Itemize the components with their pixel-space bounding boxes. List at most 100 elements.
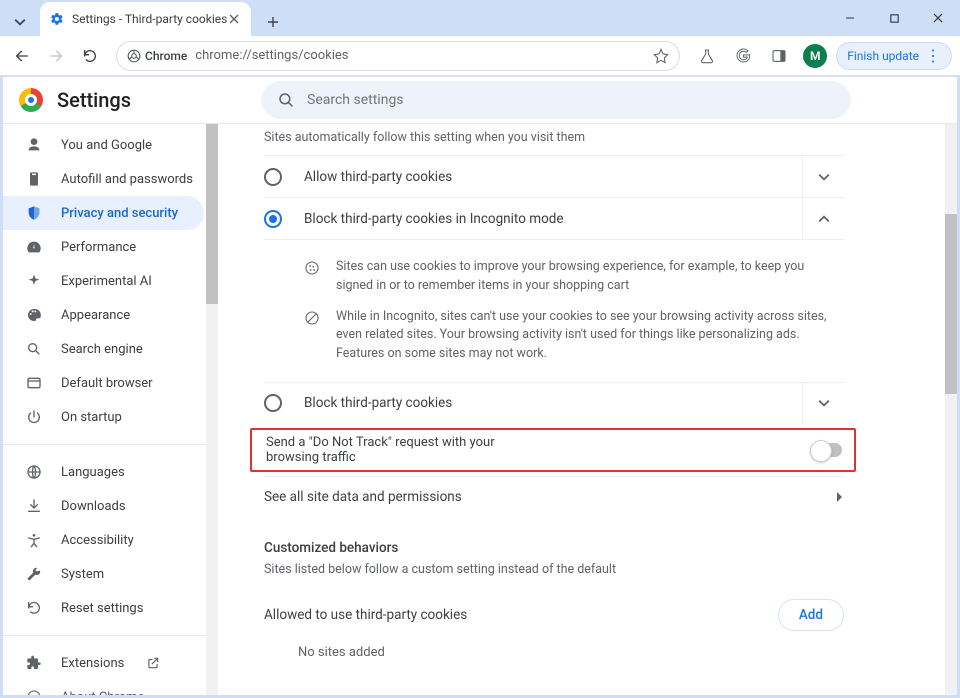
- sidebar-item-reset[interactable]: Reset settings: [3, 591, 204, 625]
- detail-text: Sites can use cookies to improve your br…: [336, 258, 844, 296]
- sidebar-item-on-startup[interactable]: On startup: [3, 400, 204, 434]
- address-bar[interactable]: Chrome chrome://settings/cookies: [116, 41, 680, 71]
- detail-text: While in Incognito, sites can't use your…: [336, 308, 844, 364]
- radio-block-third-party[interactable]: Block third-party cookies: [264, 382, 844, 424]
- sidebar-item-about[interactable]: About Chrome: [3, 680, 204, 695]
- external-link-icon: [146, 656, 160, 670]
- settings-search[interactable]: [261, 81, 851, 119]
- collapse-button[interactable]: [802, 198, 844, 240]
- palette-icon: [25, 307, 43, 323]
- scrollbar-thumb[interactable]: [945, 214, 957, 394]
- do-not-track-toggle[interactable]: [812, 443, 842, 457]
- sidebar-item-label: Downloads: [61, 499, 126, 514]
- radio-block-incognito[interactable]: Block third-party cookies in Incognito m…: [264, 197, 844, 239]
- sidebar-item-label: You and Google: [61, 138, 152, 153]
- do-not-track-row[interactable]: Send a "Do Not Track" request with your …: [250, 428, 856, 472]
- sidebar-item-languages[interactable]: Languages: [3, 455, 204, 489]
- sidebar-item-privacy[interactable]: Privacy and security: [3, 196, 204, 230]
- maximize-button[interactable]: [872, 3, 916, 33]
- sidebar-scrollbar[interactable]: [206, 124, 218, 695]
- close-icon: [229, 14, 239, 24]
- browser-tab[interactable]: Settings - Third-party cookies: [40, 2, 251, 36]
- sidebar-item-label: About Chrome: [61, 690, 144, 696]
- sidebar-item-downloads[interactable]: Downloads: [3, 489, 204, 523]
- close-icon: [932, 12, 944, 24]
- sidebar-item-label: Privacy and security: [61, 206, 178, 221]
- sidebar-item-label: Accessibility: [61, 533, 134, 548]
- chevron-down-icon: [818, 397, 830, 409]
- radio-icon: [264, 394, 282, 412]
- sidebar-item-appearance[interactable]: Appearance: [3, 298, 204, 332]
- sidebar-item-label: Languages: [61, 465, 125, 480]
- section-helper-text: Sites automatically follow this setting …: [264, 130, 844, 155]
- maximize-icon: [889, 13, 900, 24]
- sidebar-item-label: Extensions: [61, 656, 124, 671]
- new-tab-button[interactable]: [259, 8, 287, 36]
- minimize-button[interactable]: [828, 3, 872, 33]
- star-icon: [653, 48, 669, 64]
- expand-button[interactable]: [802, 156, 844, 198]
- sidebar-item-label: Reset settings: [61, 601, 143, 616]
- arrow-right-icon: [48, 48, 64, 64]
- profile-button[interactable]: M: [800, 41, 830, 71]
- forward-button[interactable]: [42, 42, 70, 70]
- omnibox-url: chrome://settings/cookies: [195, 48, 348, 63]
- sidebar-item-default-browser[interactable]: Default browser: [3, 366, 204, 400]
- sidebar-item-label: Experimental AI: [61, 274, 152, 289]
- settings-search-input[interactable]: [307, 92, 835, 108]
- google-search-button[interactable]: [728, 41, 758, 71]
- customized-behaviors-title: Customized behaviors: [264, 518, 844, 556]
- reload-button[interactable]: [76, 42, 104, 70]
- avatar: M: [803, 44, 827, 68]
- sidebar-item-accessibility[interactable]: Accessibility: [3, 523, 204, 557]
- sidebar-item-label: Search engine: [61, 342, 143, 357]
- chrome-logo-icon: [19, 88, 43, 112]
- reload-icon: [82, 48, 98, 64]
- radio-allow-third-party[interactable]: Allow third-party cookies: [264, 155, 844, 197]
- download-icon: [25, 498, 43, 514]
- back-button[interactable]: [8, 42, 36, 70]
- row-label: See all site data and permissions: [264, 489, 462, 505]
- settings-header: Settings: [3, 77, 957, 124]
- flask-icon: [699, 48, 715, 64]
- globe-icon: [25, 464, 43, 480]
- scrollbar-thumb[interactable]: [206, 124, 218, 304]
- sidebar-item-label: Autofill and passwords: [61, 172, 193, 187]
- sidebar-divider: [3, 635, 218, 636]
- sidebar-item-system[interactable]: System: [3, 557, 204, 591]
- chrome-icon: [127, 49, 141, 63]
- sidebar-item-search-engine[interactable]: Search engine: [3, 332, 204, 366]
- radio-icon: [264, 210, 282, 228]
- close-window-button[interactable]: [916, 3, 960, 33]
- sidebar-item-experimental-ai[interactable]: Experimental AI: [3, 264, 204, 298]
- tab-close-button[interactable]: [227, 12, 241, 26]
- finish-update-label: Finish update: [847, 49, 919, 63]
- chevron-up-icon: [818, 213, 830, 225]
- radio-detail-panel: Sites can use cookies to improve your br…: [264, 239, 844, 382]
- sidebar-item-you-and-google[interactable]: You and Google: [3, 128, 204, 162]
- sidebar-item-autofill[interactable]: Autofill and passwords: [3, 162, 204, 196]
- wrench-icon: [25, 566, 43, 582]
- expand-button[interactable]: [802, 382, 844, 424]
- cookie-icon: [304, 258, 322, 296]
- side-panel-button[interactable]: [764, 41, 794, 71]
- tab-search-button[interactable]: [4, 8, 36, 36]
- sidebar-item-performance[interactable]: Performance: [3, 230, 204, 264]
- sidebar-item-extensions[interactable]: Extensions: [3, 646, 204, 680]
- main-scrollbar[interactable]: [945, 124, 957, 695]
- browser-toolbar: Chrome chrome://settings/cookies M Finis…: [0, 36, 960, 76]
- add-site-button[interactable]: Add: [778, 599, 844, 631]
- bookmark-button[interactable]: [653, 48, 669, 64]
- accessibility-icon: [25, 532, 43, 548]
- see-all-site-data-row[interactable]: See all site data and permissions: [264, 476, 844, 518]
- radio-label: Allow third-party cookies: [304, 169, 802, 185]
- allowed-label: Allowed to use third-party cookies: [264, 607, 467, 623]
- site-info-button[interactable]: Chrome: [127, 49, 187, 63]
- shield-icon: [25, 205, 43, 221]
- radio-label: Block third-party cookies: [304, 395, 802, 411]
- empty-sites-label: No sites added: [264, 631, 844, 660]
- browser-icon: [25, 375, 43, 391]
- finish-update-button[interactable]: Finish update ⋮: [836, 42, 952, 70]
- extension-icon: [25, 655, 43, 671]
- labs-button[interactable]: [692, 41, 722, 71]
